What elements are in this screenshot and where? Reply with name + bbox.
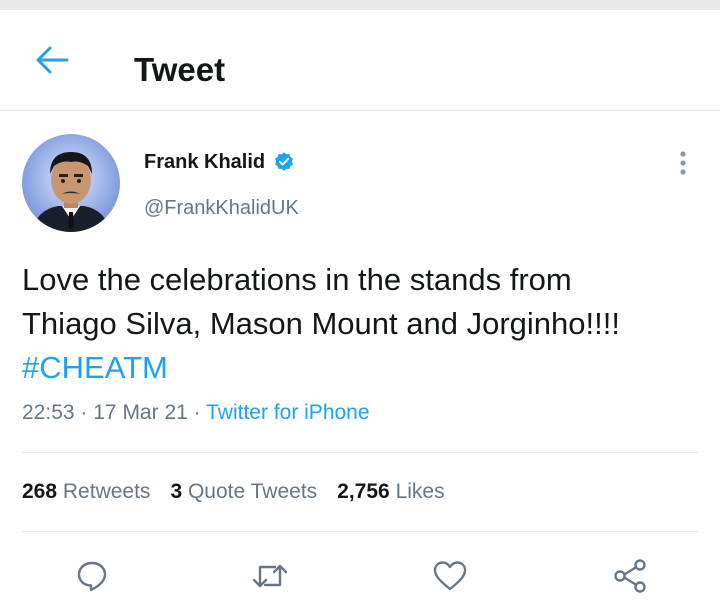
avatar-illustration [22, 134, 120, 232]
avatar[interactable] [22, 134, 120, 232]
tweet-date: 17 Mar 21 [93, 401, 188, 424]
tweet-time: 22:53 [22, 401, 75, 424]
share-button[interactable] [610, 556, 650, 596]
hashtag-link[interactable]: #CHEATM [22, 346, 712, 390]
tweet-text: Love the celebrations in the stands from… [22, 258, 712, 390]
tweet-stats: 268 Retweets 3 Quote Tweets 2,756 Likes [22, 478, 445, 506]
retweets-stat[interactable]: 268 Retweets [22, 480, 150, 503]
author-handle[interactable]: @FrankKhalidUK [144, 196, 299, 220]
back-button[interactable] [34, 44, 70, 76]
header: Tweet [0, 10, 720, 110]
share-icon [614, 559, 646, 593]
meta-separator: · [80, 401, 88, 424]
tweet-source-link[interactable]: Twitter for iPhone [206, 401, 369, 424]
retweets-label: Retweets [62, 480, 151, 503]
retweets-count: 268 [22, 480, 58, 503]
quote-tweets-stat[interactable]: 3 Quote Tweets [170, 480, 317, 503]
heart-icon [433, 561, 467, 591]
status-bar-strip [0, 0, 720, 10]
retweet-button[interactable] [250, 556, 290, 596]
tweet-metadata: 22:53 · 17 Mar 21 · Twitter for iPhone [22, 400, 370, 426]
tweet-text-line-2: Thiago Silva, Mason Mount and Jorginho!!… [22, 306, 620, 341]
quote-tweets-label: Quote Tweets [187, 480, 318, 503]
more-vertical-icon [680, 151, 686, 175]
page-title: Tweet [134, 51, 226, 88]
author-name[interactable]: Frank Khalid [144, 151, 265, 174]
more-options-button[interactable] [670, 150, 696, 180]
retweet-icon [252, 564, 288, 588]
header-divider [0, 110, 720, 111]
verified-badge-icon [275, 152, 294, 171]
likes-stat[interactable]: 2,756 Likes [337, 480, 444, 503]
author-name-row[interactable]: Frank Khalid [144, 147, 295, 177]
divider [22, 531, 698, 532]
reply-button[interactable] [72, 556, 112, 596]
likes-count: 2,756 [337, 480, 390, 503]
meta-separator: · [193, 401, 201, 424]
tweet-text-line-1: Love the celebrations in the stands from [22, 262, 572, 297]
like-button[interactable] [430, 556, 470, 596]
arrow-left-icon [36, 46, 69, 74]
likes-label: Likes [395, 480, 445, 503]
divider [22, 452, 698, 453]
reply-icon [77, 561, 107, 592]
quote-tweets-count: 3 [170, 480, 183, 503]
